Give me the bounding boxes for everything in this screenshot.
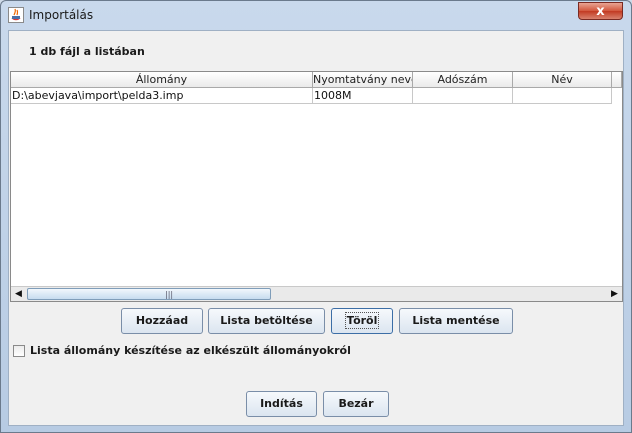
cell-file[interactable]: D:\abevjava\import\pelda3.imp (11, 88, 313, 104)
delete-button-label: Töröl (344, 312, 380, 329)
load-list-button[interactable]: Lista betöltése (208, 308, 325, 334)
column-header-tax-number[interactable]: Adószám (413, 72, 513, 88)
scroll-grip-icon: ||| (165, 290, 174, 299)
create-list-option[interactable]: Lista állomány készítése az elkészült ál… (13, 344, 433, 360)
title-bar[interactable]: Importálás x (1, 1, 631, 29)
create-list-checkbox[interactable] (13, 345, 25, 357)
column-header-name[interactable]: Név (513, 72, 612, 88)
window-close-button[interactable]: x (578, 2, 623, 20)
table-header: Állomány Nyomtatvány neve Adószám Név (11, 72, 622, 88)
cell-form-name[interactable]: 1008M (313, 88, 413, 104)
close-button[interactable]: Bezár (323, 391, 389, 417)
window-title: Importálás (29, 8, 94, 22)
java-app-icon (8, 7, 24, 23)
import-window: Importálás x 1 db fájl a listában Állomá… (0, 0, 632, 433)
table-empty-area (11, 106, 622, 286)
scrollbar-thumb[interactable]: ||| (27, 288, 271, 300)
scroll-right-arrow-icon[interactable]: ▶ (607, 287, 622, 301)
save-list-button[interactable]: Lista mentése (399, 308, 513, 334)
file-table: Állomány Nyomtatvány neve Adószám Név D:… (10, 71, 623, 302)
column-header-file[interactable]: Állomány (11, 72, 313, 88)
scroll-left-arrow-icon[interactable]: ◀ (11, 287, 26, 301)
cell-tax-number[interactable] (413, 88, 513, 104)
column-header-form-name[interactable]: Nyomtatvány neve (313, 72, 413, 88)
dialog-body: 1 db fájl a listában Állomány Nyomtatván… (8, 30, 624, 426)
add-button[interactable]: Hozzáad (121, 308, 203, 334)
column-header-filler (612, 72, 622, 88)
create-list-checkbox-label[interactable]: Lista állomány készítése az elkészült ál… (30, 344, 351, 358)
file-count-label: 1 db fájl a listában (29, 45, 145, 58)
delete-button[interactable]: Töröl (331, 308, 393, 334)
start-button[interactable]: Indítás (246, 391, 317, 417)
horizontal-scrollbar[interactable]: ◀ ||| ▶ (11, 286, 622, 301)
table-row[interactable]: D:\abevjava\import\pelda3.imp 1008M (11, 88, 622, 104)
cell-name[interactable] (513, 88, 612, 104)
